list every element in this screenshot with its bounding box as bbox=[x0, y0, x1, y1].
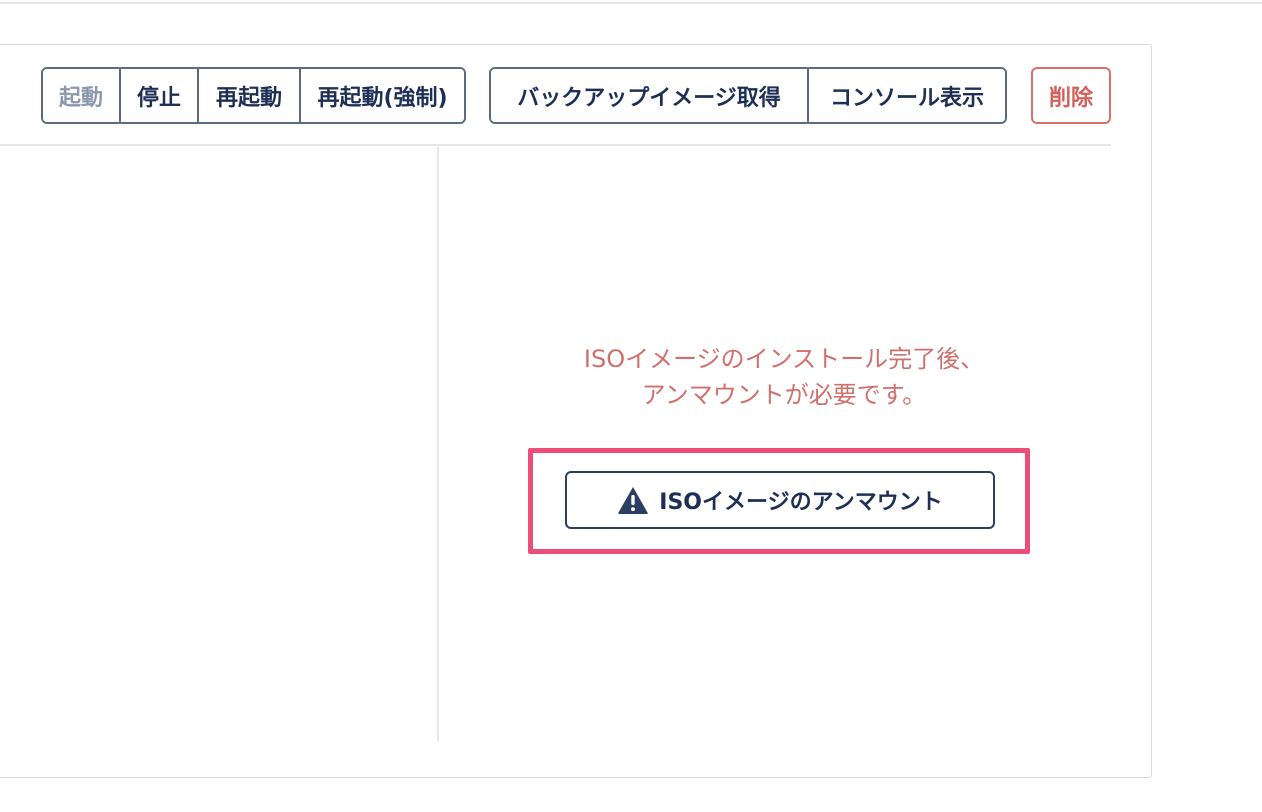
delete-button[interactable]: 削除 bbox=[1031, 67, 1111, 124]
column-divider bbox=[437, 147, 439, 741]
top-rule bbox=[0, 2, 1262, 4]
start-button[interactable]: 起動 bbox=[43, 69, 121, 122]
notice-line-1: ISOイメージのインストール完了後、 bbox=[583, 345, 985, 373]
iso-unmount-notice: ISOイメージのインストール完了後、 アンマウントが必要です。 bbox=[439, 341, 1129, 413]
restart-button[interactable]: 再起動 bbox=[199, 69, 301, 122]
console-button[interactable]: コンソール表示 bbox=[809, 69, 1005, 122]
stop-button[interactable]: 停止 bbox=[121, 69, 199, 122]
backup-image-button[interactable]: バックアップイメージ取得 bbox=[491, 69, 809, 122]
force-restart-button[interactable]: 再起動(強制) bbox=[301, 69, 464, 122]
action-toolbar: 起動 停止 再起動 再起動(強制) バックアップイメージ取得 コンソール表示 削… bbox=[0, 45, 1111, 146]
power-button-group: 起動 停止 再起動 再起動(強制) bbox=[41, 67, 466, 124]
iso-unmount-button[interactable]: ISOイメージのアンマウント bbox=[565, 471, 995, 529]
image-console-button-group: バックアップイメージ取得 コンソール表示 bbox=[489, 67, 1007, 124]
warning-triangle-icon bbox=[617, 485, 649, 515]
notice-line-2: アンマウントが必要です。 bbox=[641, 381, 927, 409]
server-detail-panel: 起動 停止 再起動 再起動(強制) バックアップイメージ取得 コンソール表示 削… bbox=[0, 44, 1152, 778]
iso-unmount-label: ISOイメージのアンマウント bbox=[659, 490, 943, 515]
